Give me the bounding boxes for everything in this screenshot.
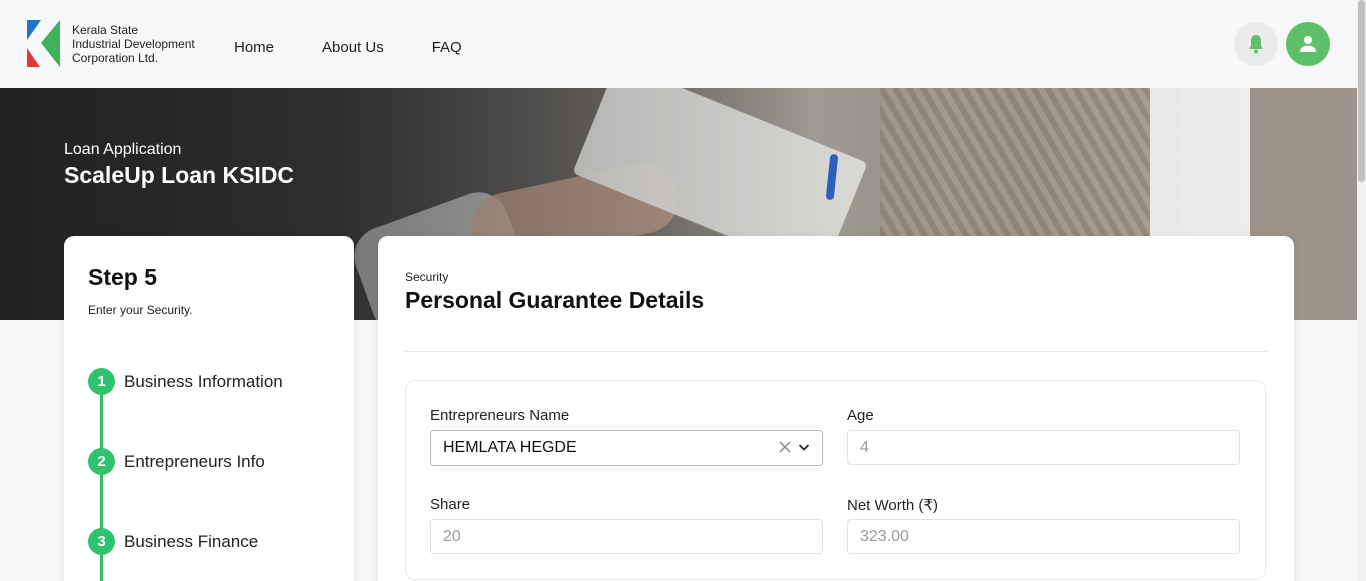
step-title: Step 5 bbox=[88, 264, 158, 290]
section-divider bbox=[405, 351, 1267, 352]
step-label: Business Information bbox=[124, 371, 283, 391]
user-icon bbox=[1300, 36, 1316, 52]
bell-icon bbox=[1249, 35, 1263, 54]
step-label: Business Finance bbox=[124, 531, 259, 551]
profile-button[interactable] bbox=[1286, 22, 1330, 66]
net-worth-label: Net Worth (₹) bbox=[847, 497, 938, 514]
logo-line-1: Kerala State bbox=[72, 23, 139, 37]
main-nav: Home About Us FAQ bbox=[234, 39, 510, 56]
share-field[interactable]: 20 bbox=[430, 519, 823, 554]
entrepreneur-name-select[interactable]: HEMLATA HEGDE bbox=[430, 430, 823, 466]
chevron-down-icon[interactable] bbox=[798, 441, 810, 453]
entrepreneur-name-label: Entrepreneurs Name bbox=[430, 407, 570, 424]
step-item-business-finance[interactable]: 3 Business Finance bbox=[88, 528, 258, 555]
age-label: Age bbox=[847, 407, 874, 424]
section-label: Security bbox=[405, 270, 449, 284]
clear-icon[interactable] bbox=[778, 440, 792, 454]
top-navbar: Kerala State Industrial Development Corp… bbox=[0, 0, 1357, 88]
net-worth-field[interactable]: 323.00 bbox=[847, 519, 1240, 554]
entrepreneur-name-value: HEMLATA HEGDE bbox=[443, 439, 577, 456]
hero-title: ScaleUp Loan KSIDC bbox=[64, 162, 295, 188]
logo-line-3: Corporation Ltd. bbox=[72, 51, 159, 65]
age-field[interactable]: 4 bbox=[847, 430, 1240, 465]
nav-home[interactable]: Home bbox=[234, 39, 274, 56]
notification-button[interactable] bbox=[1234, 22, 1278, 66]
guarantee-fields-box: Entrepreneurs Name HEMLATA HEGDE Age 4 S… bbox=[405, 380, 1266, 580]
select-controls bbox=[778, 440, 810, 454]
step-description: Enter your Security. bbox=[88, 303, 193, 317]
ksidc-logo[interactable] bbox=[27, 20, 61, 67]
share-label: Share bbox=[430, 496, 471, 513]
step-number: 1 bbox=[88, 368, 115, 395]
steps-panel: Step 5 Enter your Security. 1 Business I… bbox=[64, 236, 354, 581]
step-item-entrepreneurs-info[interactable]: 2 Entrepreneurs Info bbox=[88, 448, 265, 475]
step-item-business-information[interactable]: 1 Business Information bbox=[88, 368, 283, 395]
logo-text: Kerala State Industrial Development Corp… bbox=[72, 23, 195, 65]
form-panel: Security Personal Guarantee Details Entr… bbox=[378, 236, 1294, 581]
step-number: 3 bbox=[88, 528, 115, 555]
step-label: Entrepreneurs Info bbox=[124, 451, 265, 471]
nav-faq[interactable]: FAQ bbox=[432, 39, 462, 56]
step-number: 2 bbox=[88, 448, 115, 475]
nav-about-us[interactable]: About Us bbox=[322, 39, 384, 56]
section-title: Personal Guarantee Details bbox=[405, 287, 705, 313]
logo-line-2: Industrial Development bbox=[72, 37, 195, 51]
page-scrollbar-thumb[interactable] bbox=[1358, 0, 1365, 182]
hero-subtitle: Loan Application bbox=[64, 141, 182, 158]
